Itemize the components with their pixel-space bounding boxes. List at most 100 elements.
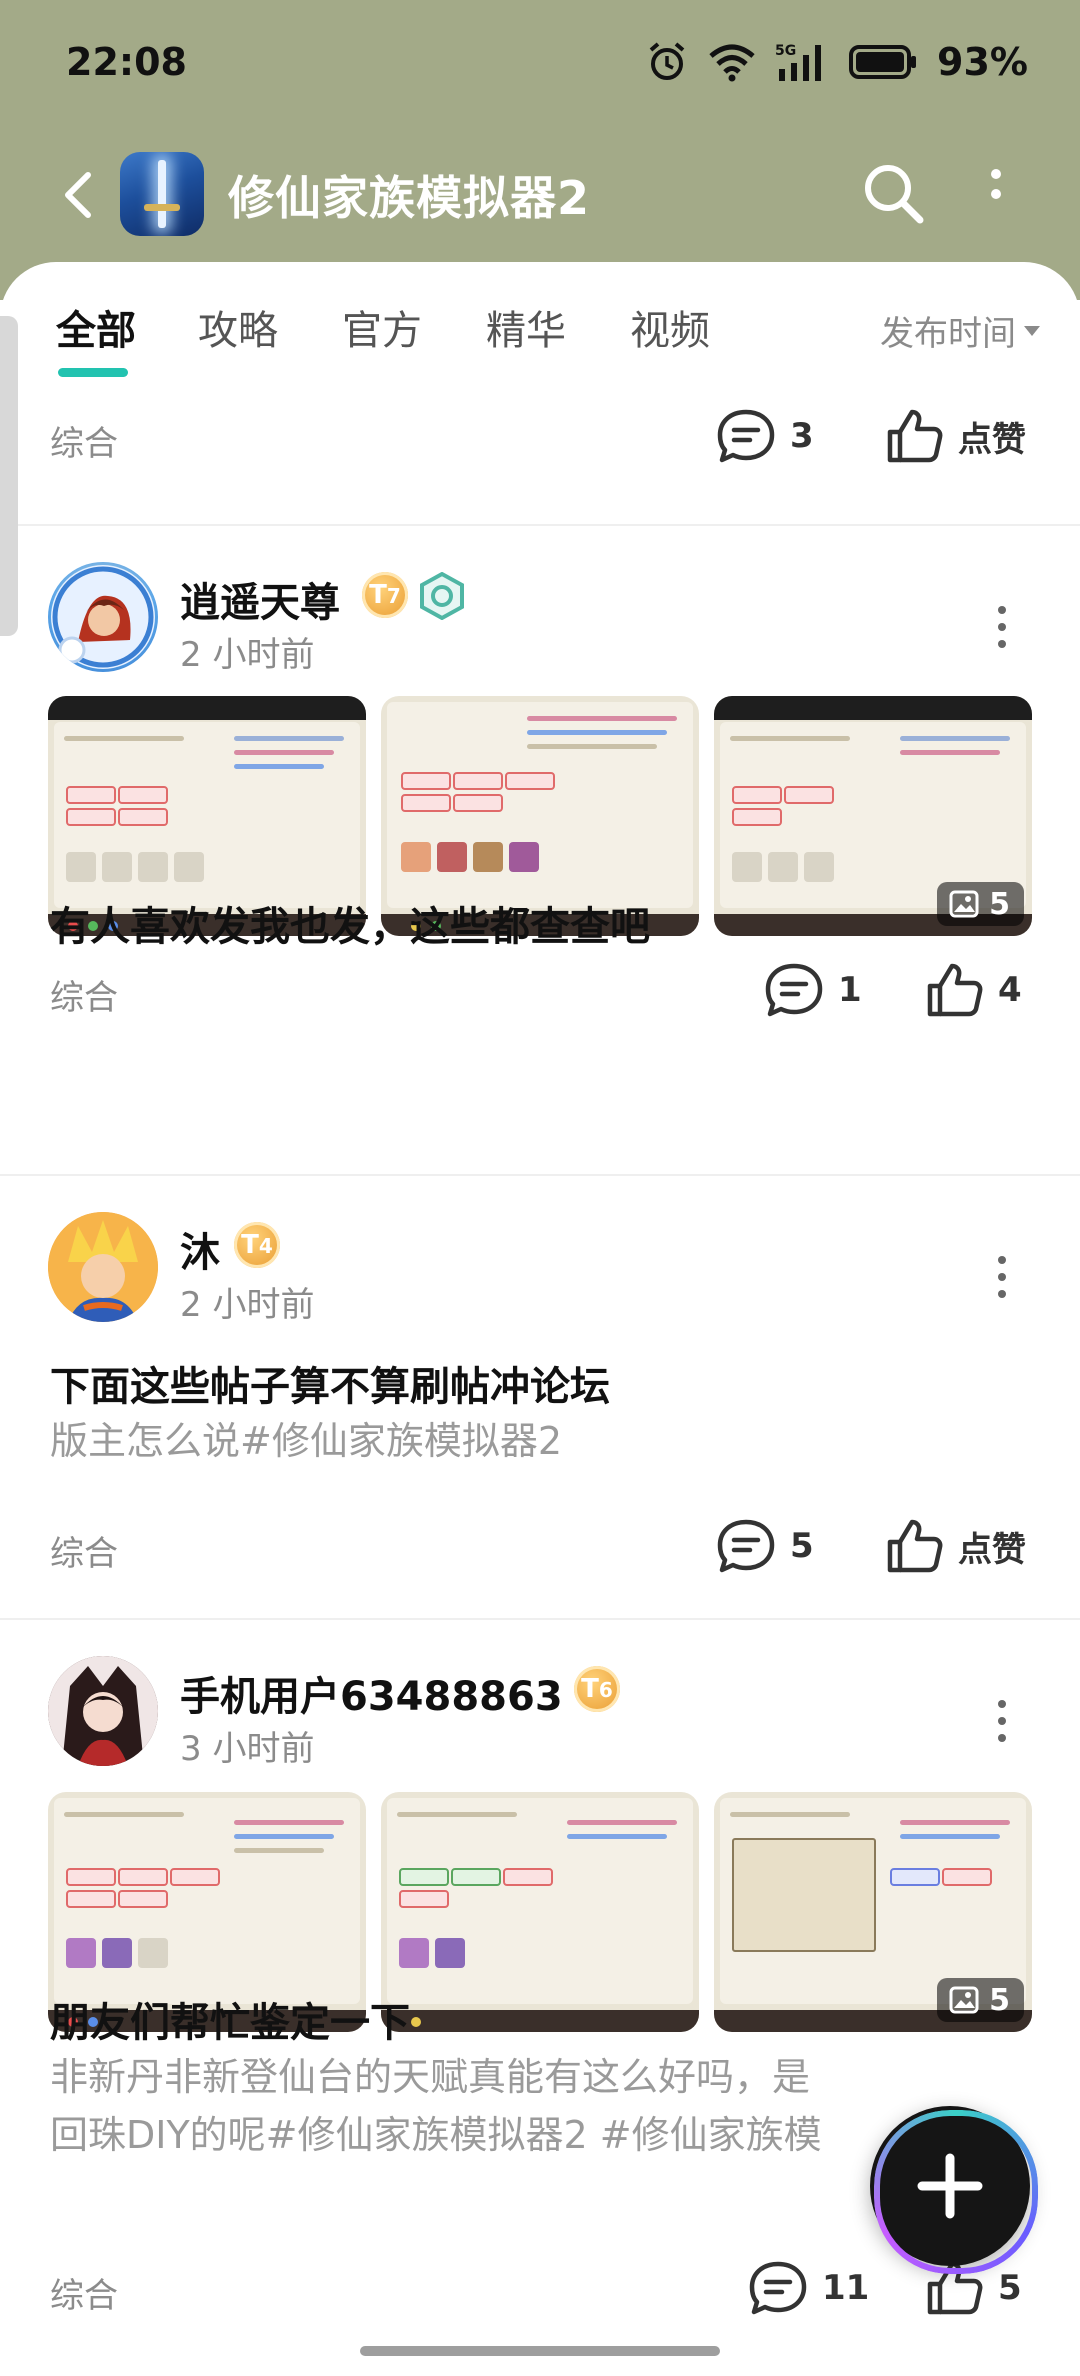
like-count: 4 [998, 970, 1022, 1010]
avatar-illustration [48, 1212, 158, 1322]
like-count: 5 [998, 2268, 1022, 2308]
forum-title: 修仙家族模拟器2 [228, 171, 591, 225]
comment-count: 1 [838, 970, 862, 1010]
post-time: 3 小时前 [180, 1729, 315, 1769]
thumbs-up-icon [887, 409, 943, 463]
like-button[interactable]: 点赞 [886, 1518, 1026, 1574]
battery-percent: 93% [937, 40, 1028, 84]
post-footer: 综合 1 4 [0, 962, 1080, 1032]
plus-icon [917, 2153, 983, 2219]
avatar[interactable] [48, 1656, 158, 1766]
tab-all[interactable]: 全部 [56, 298, 136, 356]
image-count-badge: 5 [937, 882, 1024, 926]
tab-official[interactable]: 官方 [342, 298, 422, 356]
wifi-icon [709, 44, 755, 82]
level-number: 6 [598, 1678, 613, 1702]
username[interactable]: 手机用户63488863 [180, 1664, 563, 1722]
image-count: 5 [989, 886, 1010, 922]
post-title[interactable]: 下面这些帖子算不算刷帖冲论坛 [50, 1354, 610, 1412]
honor-badge-icon [420, 572, 464, 620]
image-icon [949, 1986, 979, 2014]
post-category[interactable]: 综合 [50, 970, 118, 1019]
signal-5g-icon: 5G [775, 43, 822, 81]
post-excerpt[interactable]: 版主怎么说#修仙家族模拟器2 [50, 1412, 1050, 1470]
level-number: 7 [386, 584, 401, 608]
battery-icon [849, 45, 917, 79]
image-count: 5 [989, 1982, 1010, 2018]
post-excerpt-line: 非新丹非新登仙台的天赋真能有这么好吗，是 [50, 2055, 811, 2099]
level-number: 4 [258, 1234, 273, 1258]
back-arrow-icon[interactable] [50, 165, 110, 225]
more-vertical-icon[interactable] [990, 1696, 1014, 1746]
nav-bar: 修仙家族模拟器2 [0, 140, 1080, 250]
alarm-icon [649, 42, 685, 80]
image-icon [949, 890, 979, 918]
more-vertical-icon[interactable] [976, 160, 1016, 226]
image-count-badge: 5 [937, 1978, 1024, 2022]
level-badge: T7 [362, 572, 408, 618]
comment-count: 11 [822, 2268, 870, 2308]
scrollbar[interactable] [0, 316, 18, 636]
username[interactable]: 沐 [180, 1220, 220, 1278]
create-post-button[interactable] [870, 2106, 1038, 2274]
comment-button[interactable]: 3 [716, 408, 814, 464]
avatar[interactable] [48, 562, 158, 672]
sword-icon [158, 160, 166, 228]
status-bar: 22:08 5G 93% [0, 0, 1080, 120]
post-category[interactable]: 综合 [50, 416, 118, 465]
like-button[interactable]: 4 [926, 962, 1022, 1018]
comment-button[interactable]: 5 [716, 1518, 814, 1574]
avatar-illustration [48, 1656, 158, 1766]
post-divider [0, 1174, 1080, 1176]
post-title[interactable]: 有人喜欢发我也发，这些都查查吧 [50, 894, 650, 952]
post-footer: 综合 5 点赞 [0, 1518, 1080, 1588]
comment-icon [717, 1519, 775, 1573]
post-footer: 综合 3 点赞 [0, 408, 1080, 478]
status-icons: 5G 93% [645, 40, 1028, 84]
more-vertical-icon[interactable] [990, 602, 1014, 652]
post-time: 2 小时前 [180, 635, 315, 675]
more-vertical-icon[interactable] [990, 1252, 1014, 1302]
caret-down-icon [1024, 325, 1040, 336]
post-footer: 综合 11 5 [0, 2260, 1080, 2330]
like-label: 点赞 [958, 419, 1026, 460]
post-category[interactable]: 综合 [50, 1526, 118, 1575]
tab-active-indicator [58, 368, 128, 377]
comment-icon [749, 2261, 807, 2315]
comment-count: 5 [790, 1526, 814, 1566]
comment-icon [717, 409, 775, 463]
app-header: 22:08 5G 93% 修仙家族模拟器2 [0, 0, 1080, 300]
post-image[interactable]: 5 [714, 696, 1032, 936]
comment-button[interactable]: 11 [748, 2260, 869, 2316]
post-image[interactable] [381, 1792, 699, 2032]
search-icon[interactable] [860, 160, 926, 226]
comment-button[interactable]: 1 [764, 962, 862, 1018]
post-title[interactable]: 朋友们帮忙鉴定一下 [50, 1990, 410, 2048]
comment-icon [765, 963, 823, 1017]
app-icon[interactable] [120, 152, 204, 236]
post-image[interactable]: 5 [714, 1792, 1032, 2032]
tab-guides[interactable]: 攻略 [198, 298, 278, 356]
level-badge: T4 [234, 1222, 280, 1268]
svg-text:5G: 5G [775, 43, 796, 59]
avatar[interactable] [48, 1212, 158, 1322]
post-divider [0, 524, 1080, 526]
category-tabs: 全部 攻略 官方 精华 视频 发布时间 [0, 298, 1080, 378]
home-indicator[interactable] [360, 2346, 720, 2356]
post-time: 2 小时前 [180, 1285, 315, 1325]
post-divider [0, 1618, 1080, 1620]
tab-featured[interactable]: 精华 [486, 298, 566, 356]
avatar-illustration [51, 565, 155, 669]
comment-count: 3 [790, 416, 814, 456]
level-badge: T6 [574, 1666, 620, 1712]
thumbs-up-icon [927, 963, 983, 1017]
sort-dropdown[interactable]: 发布时间 [880, 306, 1040, 355]
like-label: 点赞 [958, 1529, 1026, 1570]
sort-label: 发布时间 [880, 314, 1016, 354]
username[interactable]: 逍遥天尊 [180, 570, 340, 628]
status-time: 22:08 [66, 40, 187, 84]
tab-videos[interactable]: 视频 [630, 298, 710, 356]
like-button[interactable]: 点赞 [886, 408, 1026, 464]
thumbs-up-icon [887, 1519, 943, 1573]
post-category[interactable]: 综合 [50, 2268, 118, 2317]
